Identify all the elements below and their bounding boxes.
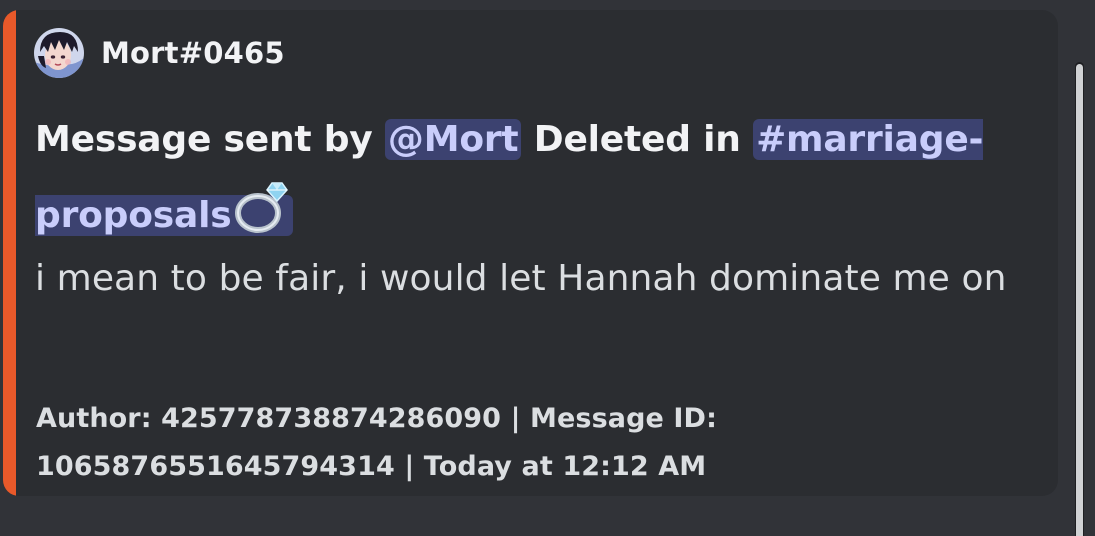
title-prefix: Message sent by <box>35 119 385 160</box>
author-avatar[interactable] <box>34 28 84 78</box>
title-middle: Deleted in <box>521 119 754 160</box>
embed-description: i mean to be fair, i would let Hannah do… <box>35 258 1007 299</box>
avatar-image <box>34 28 84 78</box>
scrollbar-thumb[interactable] <box>1076 64 1083 536</box>
author-name[interactable]: Mort#0465 <box>101 36 285 70</box>
chat-view: Mort#0465 Message sent by @Mort Deleted … <box>0 0 1095 536</box>
embed-title: Message sent by @Mort Deleted in #marria… <box>35 103 1040 261</box>
embed-footer: Author: 425778738874286090 | Message ID:… <box>36 403 717 482</box>
log-embed: Mort#0465 Message sent by @Mort Deleted … <box>3 10 1058 496</box>
embed-author: Mort#0465 <box>34 27 285 79</box>
embed-accent-bar <box>3 10 16 496</box>
user-mention[interactable]: @Mort <box>384 119 522 160</box>
